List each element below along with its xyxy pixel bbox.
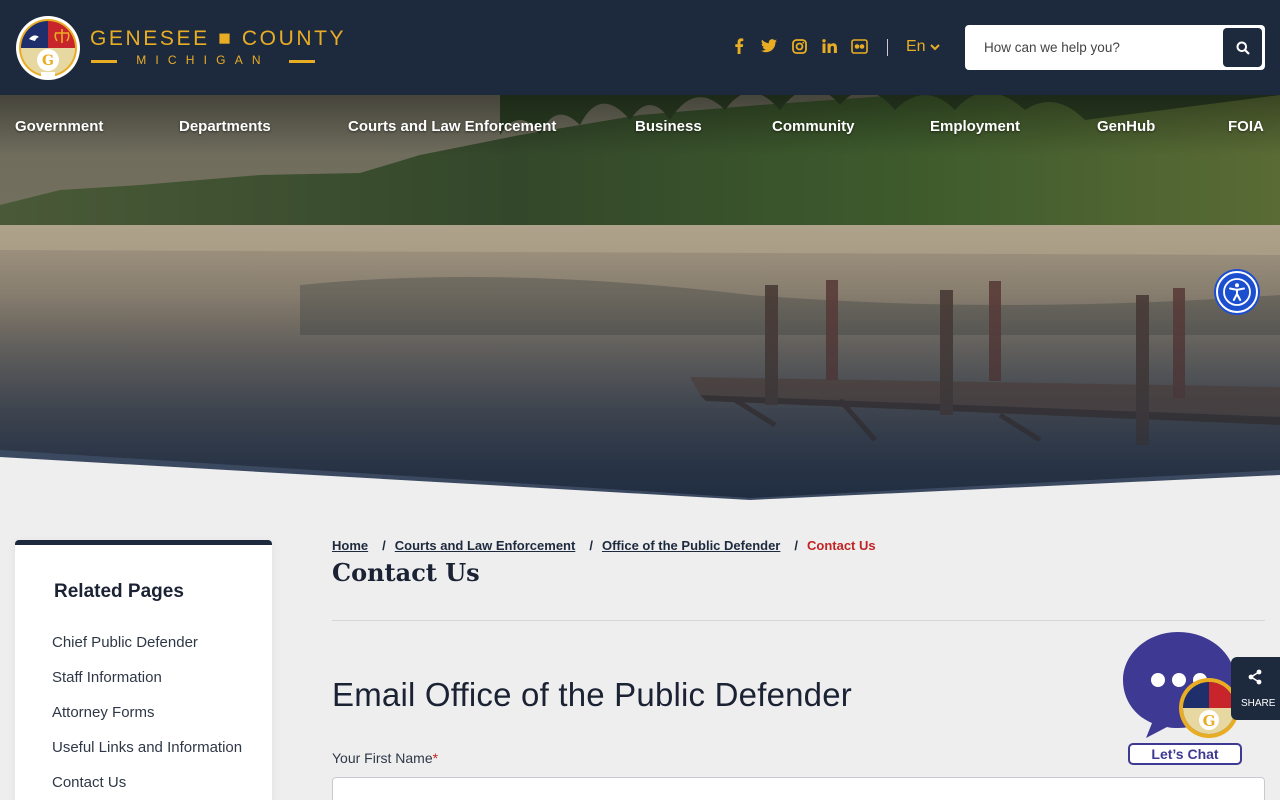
nav-government[interactable]: Government: [15, 118, 103, 135]
nav-employment[interactable]: Employment: [930, 118, 1020, 135]
nav-departments[interactable]: Departments: [179, 118, 271, 135]
search-icon: [1236, 41, 1250, 55]
breadcrumb-current: Contact Us: [807, 538, 876, 553]
language-selector[interactable]: En: [906, 38, 940, 56]
breadcrumb-separator: /: [794, 538, 798, 553]
site-header: G GENESEE ■ COUNTY MICHIGAN En: [0, 0, 1280, 95]
brand-name: GENESEE ■ COUNTY: [90, 27, 347, 50]
first-name-label-text: Your First Name: [332, 750, 433, 766]
breadcrumb-public-defender[interactable]: Office of the Public Defender: [602, 538, 780, 553]
brand-rule-right: [289, 60, 315, 63]
search-input[interactable]: [977, 25, 1222, 70]
required-asterisk: *: [432, 750, 439, 766]
twitter-icon[interactable]: [760, 36, 778, 56]
nav-foia[interactable]: FOIA: [1228, 118, 1264, 135]
breadcrumb-home[interactable]: Home: [332, 538, 368, 553]
nav-courts-law-enforcement[interactable]: Courts and Law Enforcement: [348, 118, 556, 135]
breadcrumb-separator: /: [382, 538, 386, 553]
sidebar-item-staff-information[interactable]: Staff Information: [52, 666, 252, 690]
social-links: [730, 36, 868, 58]
nav-community[interactable]: Community: [772, 118, 855, 135]
nav-genhub[interactable]: GenHub: [1097, 118, 1155, 135]
chat-bubble-icon: G: [1123, 632, 1239, 738]
lets-chat-widget[interactable]: G Let’s Chat: [1120, 630, 1248, 766]
title-divider: [332, 620, 1265, 621]
facebook-icon[interactable]: [730, 36, 748, 56]
linkedin-icon[interactable]: [820, 36, 838, 56]
first-name-label: Your First Name*: [332, 750, 438, 766]
genesee-county-logo[interactable]: G GENESEE ■ COUNTY MICHIGAN: [15, 15, 344, 81]
sidebar-item-attorney-forms[interactable]: Attorney Forms: [52, 701, 252, 725]
sidebar-item-useful-links[interactable]: Useful Links and Information: [52, 736, 252, 760]
chevron-down-icon: [929, 43, 940, 50]
breadcrumb-courts[interactable]: Courts and Law Enforcement: [395, 538, 576, 553]
accessibility-icon: [1223, 278, 1251, 306]
breadcrumb: Home / Courts and Law Enforcement / Offi…: [332, 538, 876, 553]
instagram-icon[interactable]: [790, 36, 808, 56]
svg-text:G: G: [1203, 712, 1216, 730]
sidebar-item-chief-public-defender[interactable]: Chief Public Defender: [52, 631, 252, 655]
brand-subtitle: MICHIGAN: [91, 53, 315, 68]
lets-chat-button[interactable]: Let’s Chat: [1128, 743, 1242, 765]
share-button[interactable]: SHARE: [1231, 657, 1280, 720]
brand-rule-left: [91, 60, 117, 63]
page-title: Contact Us: [332, 558, 480, 587]
county-seal-icon: G: [16, 16, 80, 80]
hero-banner: Government Departments Courts and Law En…: [0, 95, 1280, 500]
share-label: SHARE: [1241, 698, 1276, 709]
breadcrumb-separator: /: [589, 538, 593, 553]
main-navigation: Government Departments Courts and Law En…: [0, 95, 1280, 159]
share-icon: [1248, 669, 1262, 685]
header-divider: [887, 39, 888, 56]
related-pages-heading: Related Pages: [54, 581, 184, 602]
search-button[interactable]: [1223, 28, 1262, 67]
brand-state: MICHIGAN: [136, 53, 270, 67]
related-pages-list: Chief Public Defender Staff Information …: [52, 631, 252, 800]
site-search: [965, 25, 1265, 70]
sidebar-item-contact-us[interactable]: Contact Us: [52, 771, 252, 795]
first-name-field[interactable]: [332, 777, 1265, 800]
language-label: En: [906, 38, 926, 55]
form-title: Email Office of the Public Defender: [332, 676, 852, 713]
nav-business[interactable]: Business: [635, 118, 702, 135]
accessibility-button[interactable]: [1216, 271, 1258, 313]
flickr-icon[interactable]: [850, 36, 868, 56]
svg-text:G: G: [42, 53, 54, 69]
related-pages-sidebar: Related Pages Chief Public Defender Staf…: [15, 540, 272, 800]
